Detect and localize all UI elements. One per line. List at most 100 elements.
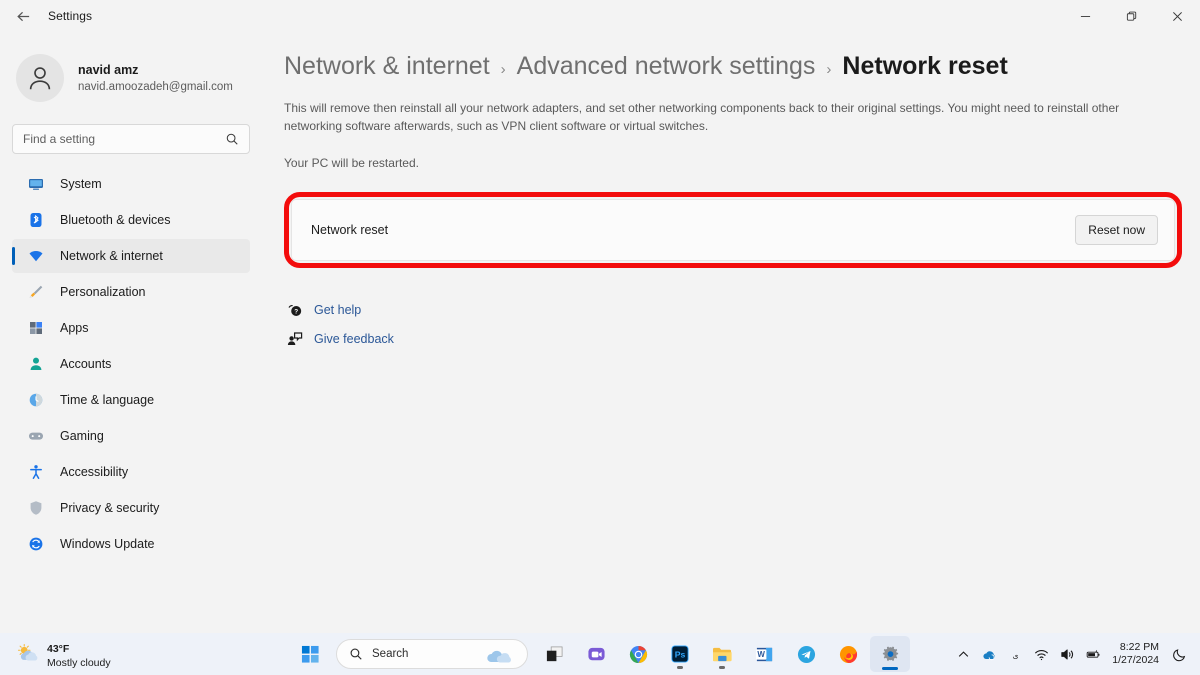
- profile-email: navid.amoozadeh@gmail.com: [78, 80, 233, 93]
- telegram-button[interactable]: [786, 636, 826, 672]
- page-description: This will remove then reinstall all your…: [284, 101, 1120, 133]
- apps-grid-icon: [26, 318, 46, 338]
- file-explorer-button[interactable]: [702, 636, 742, 672]
- svg-text:Ps: Ps: [675, 650, 686, 660]
- update-refresh-icon: [26, 534, 46, 554]
- close-button[interactable]: [1154, 0, 1200, 32]
- weather-temperature: 43°F: [47, 642, 70, 655]
- sidebar: navid amz navid.amoozadeh@gmail.com Syst…: [0, 32, 262, 633]
- sidebar-item-windows-update[interactable]: Windows Update: [12, 527, 250, 561]
- sidebar-item-accessibility[interactable]: Accessibility: [12, 455, 250, 489]
- sidebar-item-accounts[interactable]: Accounts: [12, 347, 250, 381]
- sun-behind-cloud-icon: [14, 641, 40, 667]
- system-monitor-icon: [26, 174, 46, 194]
- reset-now-button[interactable]: Reset now: [1075, 215, 1158, 245]
- sidebar-item-gaming[interactable]: Gaming: [12, 419, 250, 453]
- clock-time: 8:22 PM: [1119, 641, 1159, 653]
- give-feedback-label: Give feedback: [314, 331, 394, 346]
- svg-text:?: ?: [294, 308, 298, 315]
- get-help-label: Get help: [314, 302, 362, 317]
- sidebar-item-label: Apps: [60, 321, 89, 335]
- maximize-button[interactable]: [1108, 0, 1154, 32]
- get-help-link[interactable]: ? Get help: [284, 295, 1176, 324]
- start-button[interactable]: [290, 636, 330, 672]
- sidebar-item-network-internet[interactable]: Network & internet: [12, 239, 250, 273]
- page-description-secondary: Your PC will be restarted.: [284, 156, 419, 170]
- sidebar-item-label: Time & language: [60, 393, 155, 407]
- cloud-illustration-icon: [485, 645, 519, 668]
- sidebar-item-label: Personalization: [60, 285, 146, 299]
- help-question-icon: ?: [284, 302, 306, 318]
- accessibility-person-icon: [26, 462, 46, 482]
- paintbrush-icon: [26, 282, 46, 302]
- sidebar-item-label: Privacy & security: [60, 501, 160, 515]
- user-profile[interactable]: navid amz navid.amoozadeh@gmail.com: [12, 46, 250, 110]
- search-input[interactable]: [23, 132, 225, 146]
- network-reset-highlight-annotation: Network reset Reset now: [284, 192, 1182, 268]
- search-input-wrapper[interactable]: [12, 124, 250, 154]
- network-reset-card: Network reset Reset now: [291, 199, 1175, 261]
- give-feedback-link[interactable]: Give feedback: [284, 324, 1176, 353]
- feedback-person-icon: [284, 331, 306, 347]
- system-tray: ی 8:22 PM 1/27/2024: [950, 633, 1200, 675]
- wifi-icon[interactable]: [1028, 639, 1054, 669]
- svg-text:ی: ی: [1012, 650, 1018, 659]
- weather-widget[interactable]: 43°F Mostly cloudy: [14, 639, 111, 670]
- sidebar-item-label: Network & internet: [60, 249, 163, 263]
- sidebar-item-label: Accounts: [60, 357, 112, 371]
- moon-do-not-disturb-icon[interactable]: [1166, 639, 1192, 669]
- window-controls: [1062, 0, 1200, 32]
- taskbar: 43°F Mostly cloudy Search Ps W ی 8:22 PM…: [0, 633, 1200, 675]
- battery-icon[interactable]: [1080, 639, 1106, 669]
- sidebar-item-personalization[interactable]: Personalization: [12, 275, 250, 309]
- speaker-icon[interactable]: [1054, 639, 1080, 669]
- sidebar-item-bluetooth-devices[interactable]: Bluetooth & devices: [12, 203, 250, 237]
- profile-name: navid amz: [78, 62, 139, 77]
- sidebar-item-time-language[interactable]: Time & language: [12, 383, 250, 417]
- taskbar-search[interactable]: Search: [336, 639, 528, 669]
- chrome-button[interactable]: [618, 636, 658, 672]
- window-title: Settings: [48, 9, 93, 23]
- help-links: ? Get help Give feedback: [284, 295, 1176, 353]
- gamepad-icon: [26, 426, 46, 446]
- minimize-button[interactable]: [1062, 0, 1108, 32]
- sidebar-item-system[interactable]: System: [12, 167, 250, 201]
- title-bar: Settings: [0, 0, 1200, 32]
- clock-date: 1/27/2024: [1112, 654, 1159, 666]
- main-content: Network & internet › Advanced network se…: [262, 32, 1200, 633]
- breadcrumb: Network & internet › Advanced network se…: [284, 52, 1176, 81]
- sidebar-item-label: Accessibility: [60, 465, 129, 479]
- network-wifi-icon: [26, 246, 46, 266]
- breadcrumb-separator: ›: [500, 61, 506, 78]
- search-icon: [349, 647, 363, 661]
- settings-window: Settings navid amz navid.amoozadeh@gmail…: [0, 0, 1200, 675]
- sidebar-nav: System Bluetooth & devices Network & int…: [12, 167, 250, 561]
- photoshop-button[interactable]: Ps: [660, 636, 700, 672]
- taskbar-search-label: Search: [372, 648, 409, 660]
- avatar: [16, 54, 64, 102]
- sidebar-item-apps[interactable]: Apps: [12, 311, 250, 345]
- breadcrumb-item-advanced-network-settings[interactable]: Advanced network settings: [517, 52, 816, 81]
- clock-globe-icon: [26, 390, 46, 410]
- breadcrumb-item-network-internet[interactable]: Network & internet: [284, 52, 490, 81]
- sidebar-item-privacy-security[interactable]: Privacy & security: [12, 491, 250, 525]
- taskbar-apps: Search Ps W: [290, 636, 910, 672]
- settings-button[interactable]: [870, 636, 910, 672]
- back-button[interactable]: [6, 1, 40, 31]
- taskbar-clock[interactable]: 8:22 PM 1/27/2024: [1112, 641, 1159, 667]
- onedrive-cloud-icon[interactable]: [976, 639, 1002, 669]
- chevron-up-icon[interactable]: [950, 639, 976, 669]
- account-person-icon: [26, 354, 46, 374]
- sidebar-item-label: Gaming: [60, 429, 104, 443]
- network-reset-label: Network reset: [311, 223, 389, 237]
- task-view-button[interactable]: [534, 636, 574, 672]
- breadcrumb-separator: ›: [826, 61, 832, 78]
- language-icon[interactable]: ی: [1002, 639, 1028, 669]
- bluetooth-icon: [26, 210, 46, 230]
- chat-button[interactable]: [576, 636, 616, 672]
- sidebar-item-label: System: [60, 177, 102, 191]
- sidebar-item-label: Bluetooth & devices: [60, 213, 171, 227]
- svg-text:W: W: [757, 650, 765, 659]
- firefox-button[interactable]: [828, 636, 868, 672]
- word-button[interactable]: W: [744, 636, 784, 672]
